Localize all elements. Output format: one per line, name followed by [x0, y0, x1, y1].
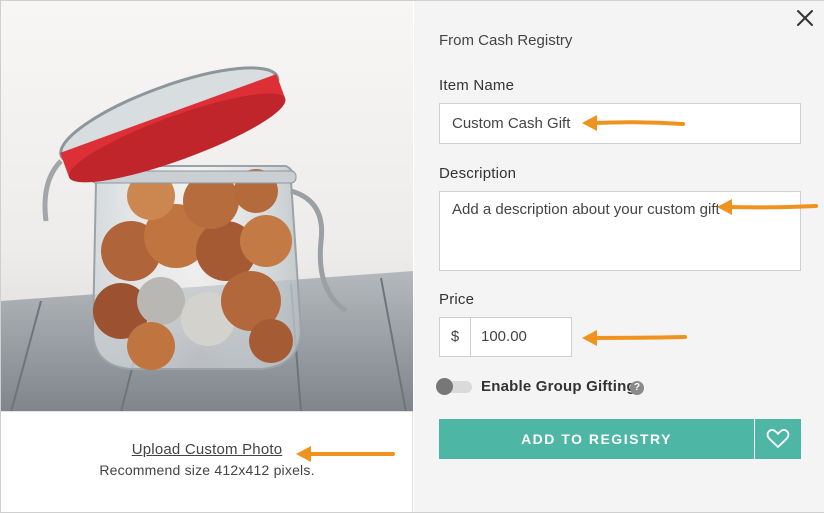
upload-custom-photo-link[interactable]: Upload Custom Photo	[132, 441, 283, 458]
item-name-input[interactable]: Custom Cash Gift	[439, 103, 801, 144]
close-icon	[797, 10, 813, 26]
close-button[interactable]	[794, 7, 816, 29]
item-name-label: Item Name	[439, 77, 515, 94]
add-item-modal: Upload Custom Photo Recommend size 412x4…	[0, 0, 824, 513]
toggle-knob	[436, 378, 453, 395]
group-gifting-label: Enable Group Gifting	[481, 378, 636, 395]
heart-icon	[766, 429, 790, 448]
upload-size-hint: Recommend size 412x412 pixels.	[99, 462, 315, 478]
currency-prefix: $	[439, 317, 471, 357]
favorite-button[interactable]	[755, 419, 801, 459]
question-icon[interactable]: ?	[630, 381, 644, 395]
item-details-pane: From Cash Registry Item Name Custom Cash…	[414, 1, 824, 512]
description-label: Description	[439, 165, 517, 182]
price-label: Price	[439, 291, 475, 308]
price-input[interactable]: 100.00	[470, 317, 572, 357]
coin-jar-image	[1, 1, 413, 411]
add-to-registry-button[interactable]: ADD TO REGISTRY	[439, 419, 754, 459]
upload-section: Upload Custom Photo Recommend size 412x4…	[1, 441, 413, 478]
group-gifting-toggle[interactable]	[436, 378, 472, 395]
item-photo	[1, 1, 413, 412]
description-textarea[interactable]: Add a description about your custom gift	[439, 191, 801, 271]
registry-source: From Cash Registry	[439, 32, 573, 49]
photo-pane: Upload Custom Photo Recommend size 412x4…	[1, 1, 413, 512]
